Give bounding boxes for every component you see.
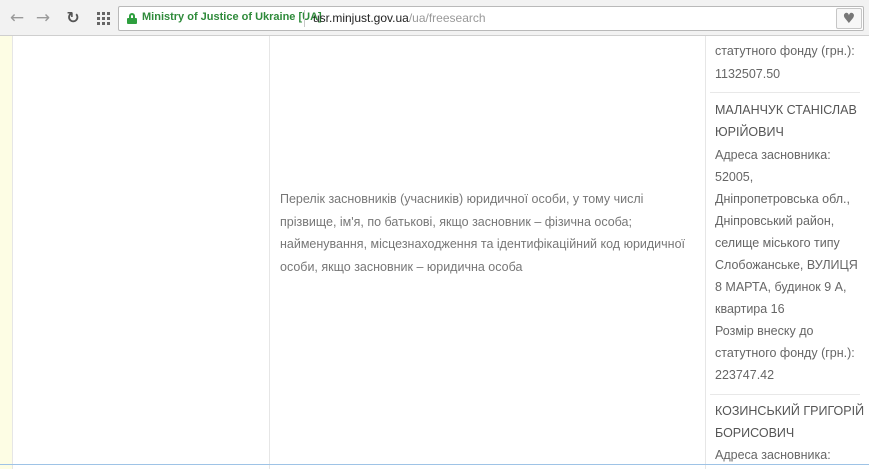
- heart-bookmark-icon[interactable]: ♥: [836, 8, 862, 29]
- founders-field-label: Перелік засновників (учасників) юридично…: [280, 192, 685, 274]
- founder-separator: [710, 394, 860, 395]
- founder-name: КОЗИНСЬКИЙ ГРИГОРІЙ: [715, 404, 865, 418]
- browser-toolbar: ← → ↻ Ministry of Justice of Ukraine [UA…: [0, 0, 869, 36]
- contribution-amount: 223747.42: [715, 368, 775, 382]
- address-line: 8 МАРТА, будинок 9 А,: [715, 280, 847, 294]
- page-content: Перелік засновників (учасників) юридично…: [0, 36, 869, 469]
- founder-name: ЮРІЙОВИЧ: [715, 125, 784, 139]
- founder-separator: [710, 92, 860, 93]
- address-line: квартира 16: [715, 302, 785, 316]
- contribution-label: Розмір внеску до: [715, 324, 814, 338]
- left-highlight-strip: [0, 36, 12, 469]
- url-path: /ua/freesearch: [408, 11, 486, 25]
- bottom-border: [0, 464, 869, 465]
- reload-icon[interactable]: ↻: [62, 7, 84, 29]
- address-line: 52005,: [715, 170, 754, 184]
- column-divider: [705, 36, 706, 469]
- address-label: Адреса засновника:: [715, 148, 831, 162]
- address-bar[interactable]: Ministry of Justice of Ukraine [UA] usr.…: [118, 6, 864, 31]
- url-host: usr.minjust.gov.ua: [313, 11, 409, 25]
- address-label: Адреса засновника:: [715, 448, 831, 462]
- address-line: селище міського типу: [715, 236, 840, 250]
- column-divider: [12, 36, 13, 469]
- founder-name: БОРИСОВИЧ: [715, 426, 795, 440]
- apps-grid-icon[interactable]: [92, 7, 114, 29]
- back-arrow-icon[interactable]: ←: [6, 7, 28, 29]
- forward-arrow-icon[interactable]: →: [32, 7, 54, 29]
- address-line: Дніпровський район,: [715, 214, 835, 228]
- contribution-amount: 1132507.50: [715, 67, 781, 81]
- address-line: Слобожанське, ВУЛИЦЯ: [715, 258, 858, 272]
- address-divider: [304, 10, 305, 27]
- lock-icon[interactable]: [127, 13, 137, 24]
- ev-certificate-name[interactable]: Ministry of Justice of Ukraine [UA]: [142, 11, 322, 23]
- contribution-label: статутного фонду (грн.):: [715, 44, 855, 58]
- column-divider: [269, 36, 270, 469]
- founder-name: МАЛАНЧУК СТАНІСЛАВ: [715, 103, 857, 117]
- url-text[interactable]: usr.minjust.gov.ua/ua/freesearch: [313, 11, 486, 25]
- address-line: Дніпропетровська обл.,: [715, 192, 850, 206]
- contribution-label: статутного фонду (грн.):: [715, 346, 855, 360]
